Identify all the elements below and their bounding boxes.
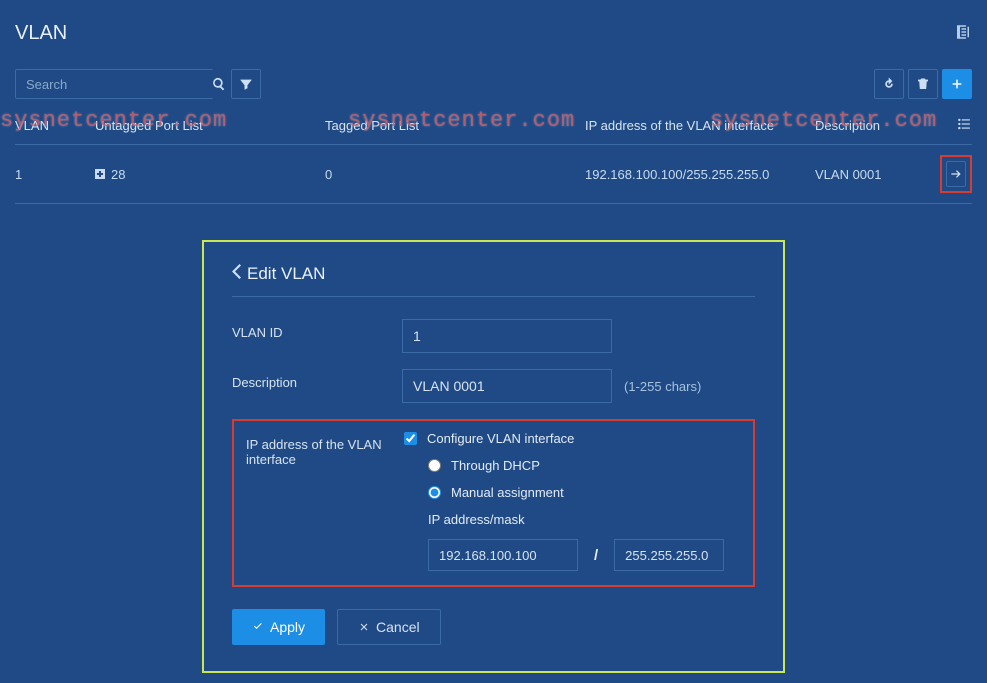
vlan-id-input[interactable]	[402, 319, 612, 353]
edit-row-button[interactable]	[946, 161, 966, 187]
cell-ip: 192.168.100.100/255.255.255.0	[585, 167, 815, 182]
manual-radio[interactable]	[428, 486, 441, 499]
row-action-highlight	[940, 155, 972, 193]
table-row[interactable]: 1 28 0 192.168.100.100/255.255.255.0 VLA…	[15, 145, 972, 204]
col-desc: Description	[815, 118, 940, 133]
back-icon[interactable]	[232, 264, 241, 284]
panel-title: Edit VLAN	[247, 264, 325, 284]
log-icon[interactable]	[954, 23, 972, 44]
add-button[interactable]	[942, 69, 972, 99]
col-ip: IP address of the VLAN interface	[585, 118, 815, 133]
search-icon[interactable]	[212, 69, 226, 99]
label-vlan-id: VLAN ID	[232, 319, 402, 353]
configure-label: Configure VLAN interface	[427, 431, 574, 446]
col-untagged: Untagged Port List	[95, 118, 325, 133]
dhcp-label: Through DHCP	[451, 458, 540, 473]
delete-button[interactable]	[908, 69, 938, 99]
cell-untagged: 28	[111, 167, 125, 182]
apply-button[interactable]: Apply	[232, 609, 325, 645]
description-input[interactable]	[402, 369, 612, 403]
configure-checkbox[interactable]	[404, 432, 417, 445]
table-header: VLAN Untagged Port List Tagged Port List…	[15, 107, 972, 145]
search-input[interactable]	[16, 77, 212, 92]
expand-icon[interactable]	[95, 167, 105, 182]
page-title: VLAN	[15, 22, 67, 45]
label-ip-section: IP address of the VLAN interface	[246, 431, 404, 571]
cell-tagged: 0	[325, 167, 585, 182]
cancel-button[interactable]: Cancel	[337, 609, 441, 645]
ip-config-highlight: IP address of the VLAN interface Configu…	[232, 419, 755, 587]
apply-label: Apply	[270, 619, 305, 635]
dhcp-radio[interactable]	[428, 459, 441, 472]
ip-input[interactable]	[428, 539, 578, 571]
search-box	[15, 69, 225, 99]
cancel-label: Cancel	[376, 619, 420, 635]
cell-vlan: 1	[15, 167, 95, 182]
cell-desc: VLAN 0001	[815, 167, 940, 182]
ip-mask-separator: /	[594, 547, 598, 564]
column-menu-icon[interactable]	[956, 117, 972, 134]
filter-button[interactable]	[231, 69, 261, 99]
manual-label: Manual assignment	[451, 485, 564, 500]
label-description: Description	[232, 369, 402, 403]
ip-mask-label: IP address/mask	[428, 512, 741, 527]
col-tagged: Tagged Port List	[325, 118, 585, 133]
edit-vlan-panel: Edit VLAN VLAN ID Description (1-255 cha…	[202, 240, 785, 673]
description-hint: (1-255 chars)	[624, 379, 701, 394]
refresh-button[interactable]	[874, 69, 904, 99]
mask-input[interactable]	[614, 539, 724, 571]
col-vlan: VLAN	[15, 118, 95, 133]
